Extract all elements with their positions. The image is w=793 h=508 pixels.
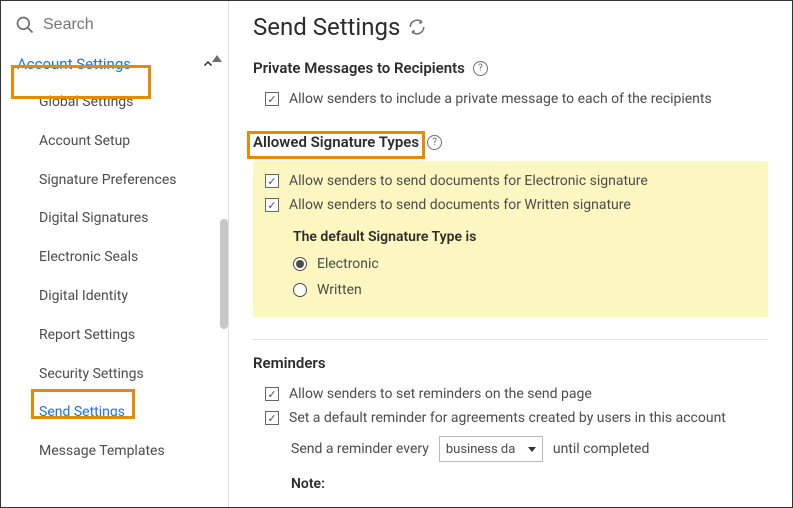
- scroll-up-icon[interactable]: [212, 55, 222, 62]
- radio-written[interactable]: Written: [253, 277, 758, 303]
- divider: [253, 339, 768, 340]
- sidebar-item-digital-signatures[interactable]: Digital Signatures: [1, 199, 228, 238]
- section-reminders: Reminders Allow senders to set reminders…: [253, 354, 768, 492]
- note-label: Note:: [253, 468, 768, 492]
- sidebar-parent-label: Account Settings: [17, 55, 131, 73]
- reminder-frequency-row: Send a reminder every business da until …: [253, 430, 768, 468]
- sidebar-item-report-settings[interactable]: Report Settings: [1, 316, 228, 355]
- radio-icon: [293, 283, 307, 297]
- sidebar-item-message-templates[interactable]: Message Templates: [1, 432, 228, 471]
- sidebar-item-signature-preferences[interactable]: Signature Preferences: [1, 161, 228, 200]
- reminder-suffix: until completed: [553, 441, 650, 457]
- radio-icon: [293, 257, 307, 271]
- sidebar-item-security-settings[interactable]: Security Settings: [1, 355, 228, 394]
- highlight-panel: Allow senders to send documents for Elec…: [253, 161, 768, 317]
- reminder-frequency-select[interactable]: business da: [439, 436, 543, 462]
- checkbox-label: Allow senders to include a private messa…: [289, 91, 712, 107]
- checkbox-allow-written[interactable]: Allow senders to send documents for Writ…: [253, 193, 758, 217]
- section-allowed-signature-types: Allowed Signature Types ? Allow senders …: [253, 133, 768, 317]
- checkbox-icon: [265, 411, 279, 425]
- checkbox-icon: [265, 92, 279, 106]
- checkbox-allow-reminders[interactable]: Allow senders to set reminders on the se…: [253, 382, 768, 406]
- checkbox-label: Allow senders to set reminders on the se…: [289, 386, 592, 402]
- checkbox-allow-private-message[interactable]: Allow senders to include a private messa…: [253, 87, 768, 111]
- info-icon[interactable]: ?: [473, 61, 488, 76]
- section-header: Allowed Signature Types ?: [253, 133, 768, 151]
- checkbox-allow-electronic[interactable]: Allow senders to send documents for Elec…: [253, 169, 758, 193]
- radio-label: Electronic: [317, 256, 379, 272]
- chevron-down-icon: [528, 447, 536, 452]
- checkbox-icon: [265, 174, 279, 188]
- sidebar-item-send-settings[interactable]: Send Settings: [1, 393, 228, 432]
- checkbox-label: Set a default reminder for agreements cr…: [289, 410, 726, 426]
- page-title: Send Settings: [253, 13, 400, 41]
- section-header: Reminders: [253, 354, 768, 372]
- checkbox-default-reminder[interactable]: Set a default reminder for agreements cr…: [253, 406, 768, 430]
- page-title-row: Send Settings: [253, 13, 768, 41]
- section-title: Allowed Signature Types: [253, 133, 419, 151]
- sidebar-parent-account-settings[interactable]: Account Settings: [1, 45, 228, 83]
- sidebar-item-account-setup[interactable]: Account Setup: [1, 122, 228, 161]
- checkbox-label: Allow senders to send documents for Elec…: [289, 173, 648, 189]
- main-panel: Send Settings Private Messages to Recipi…: [229, 1, 792, 507]
- section-private-messages: Private Messages to Recipients ? Allow s…: [253, 59, 768, 111]
- search-icon: [15, 15, 35, 35]
- reminder-prefix: Send a reminder every: [291, 441, 429, 457]
- scrollbar-thumb[interactable]: [220, 219, 228, 329]
- section-title: Private Messages to Recipients: [253, 59, 465, 77]
- sidebar: Account Settings Global Settings Account…: [1, 1, 229, 507]
- checkbox-icon: [265, 198, 279, 212]
- checkbox-icon: [265, 387, 279, 401]
- sidebar-item-electronic-seals[interactable]: Electronic Seals: [1, 238, 228, 277]
- refresh-icon[interactable]: [408, 18, 426, 36]
- search-row: [1, 1, 228, 45]
- radio-electronic[interactable]: Electronic: [253, 251, 758, 277]
- info-icon[interactable]: ?: [427, 135, 442, 150]
- sidebar-item-global-settings[interactable]: Global Settings: [1, 83, 228, 122]
- app-frame: Account Settings Global Settings Account…: [0, 0, 793, 508]
- sidebar-children: Global Settings Account Setup Signature …: [1, 83, 228, 471]
- section-header: Private Messages to Recipients ?: [253, 59, 768, 77]
- radio-label: Written: [317, 282, 362, 298]
- default-signature-label: The default Signature Type is: [253, 217, 758, 251]
- checkbox-label: Allow senders to send documents for Writ…: [289, 197, 631, 213]
- sidebar-item-digital-identity[interactable]: Digital Identity: [1, 277, 228, 316]
- select-value: business da: [446, 442, 515, 457]
- search-input[interactable]: [43, 16, 183, 34]
- sidebar-item-label: Send Settings: [39, 404, 125, 420]
- section-title: Reminders: [253, 354, 326, 372]
